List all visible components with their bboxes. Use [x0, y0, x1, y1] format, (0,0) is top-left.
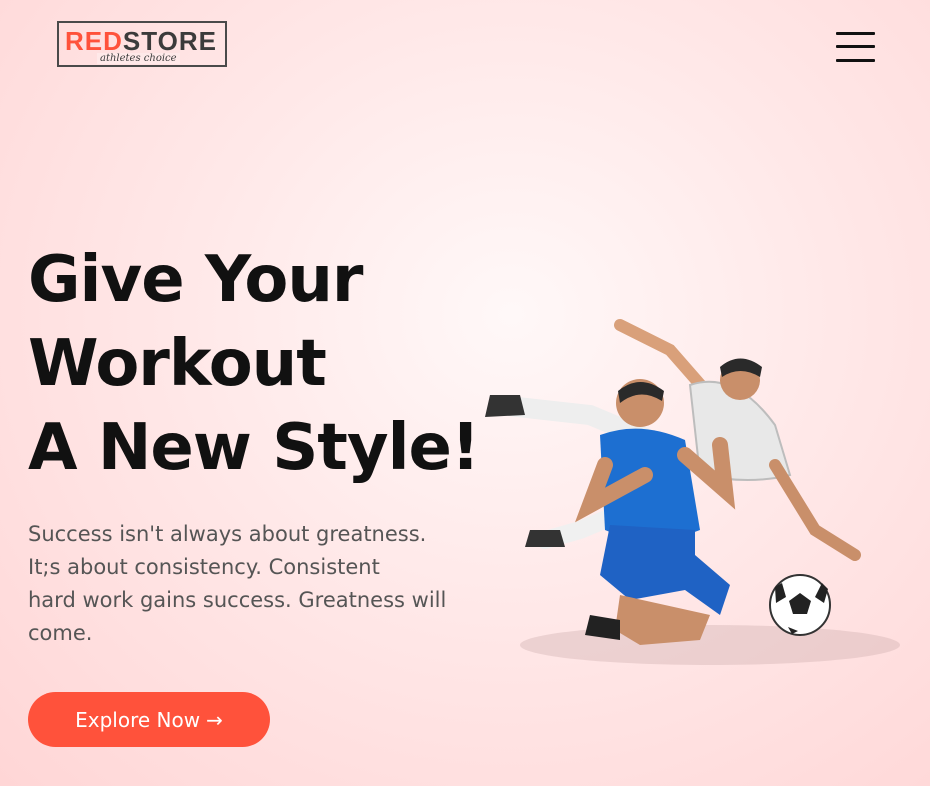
logo-wordmark: REDSTORE — [65, 26, 217, 56]
logo[interactable]: REDSTORE athletes choice — [57, 21, 227, 67]
headline-line: Workout — [28, 327, 327, 401]
headline-line: A New Style! — [28, 411, 480, 485]
description-line: It;s about consistency. Consistent — [28, 555, 380, 579]
logo-red-part: RED — [65, 26, 123, 56]
hero-headline: Give Your Workout A New Style! — [28, 238, 480, 490]
explore-button-label: Explore Now — [75, 707, 201, 732]
explore-now-button[interactable]: Explore Now → — [28, 692, 270, 747]
menu-bar — [836, 59, 875, 62]
football-players-image — [485, 319, 900, 665]
arrow-right-icon: → — [206, 707, 223, 732]
football — [769, 574, 831, 636]
description-line: come. — [28, 621, 93, 645]
logo-store-part: STORE — [122, 26, 218, 56]
hero-description: Success isn't always about greatness. It… — [28, 518, 478, 650]
headline-line: Give Your — [28, 243, 363, 317]
description-line: Success isn't always about greatness. — [28, 522, 427, 546]
menu-bar — [836, 32, 875, 35]
description-line: hard work gains success. Greatness will — [28, 588, 447, 612]
hamburger-menu-icon[interactable] — [836, 32, 876, 64]
logo-tagline: athletes choice — [97, 53, 180, 64]
menu-bar — [836, 45, 875, 48]
